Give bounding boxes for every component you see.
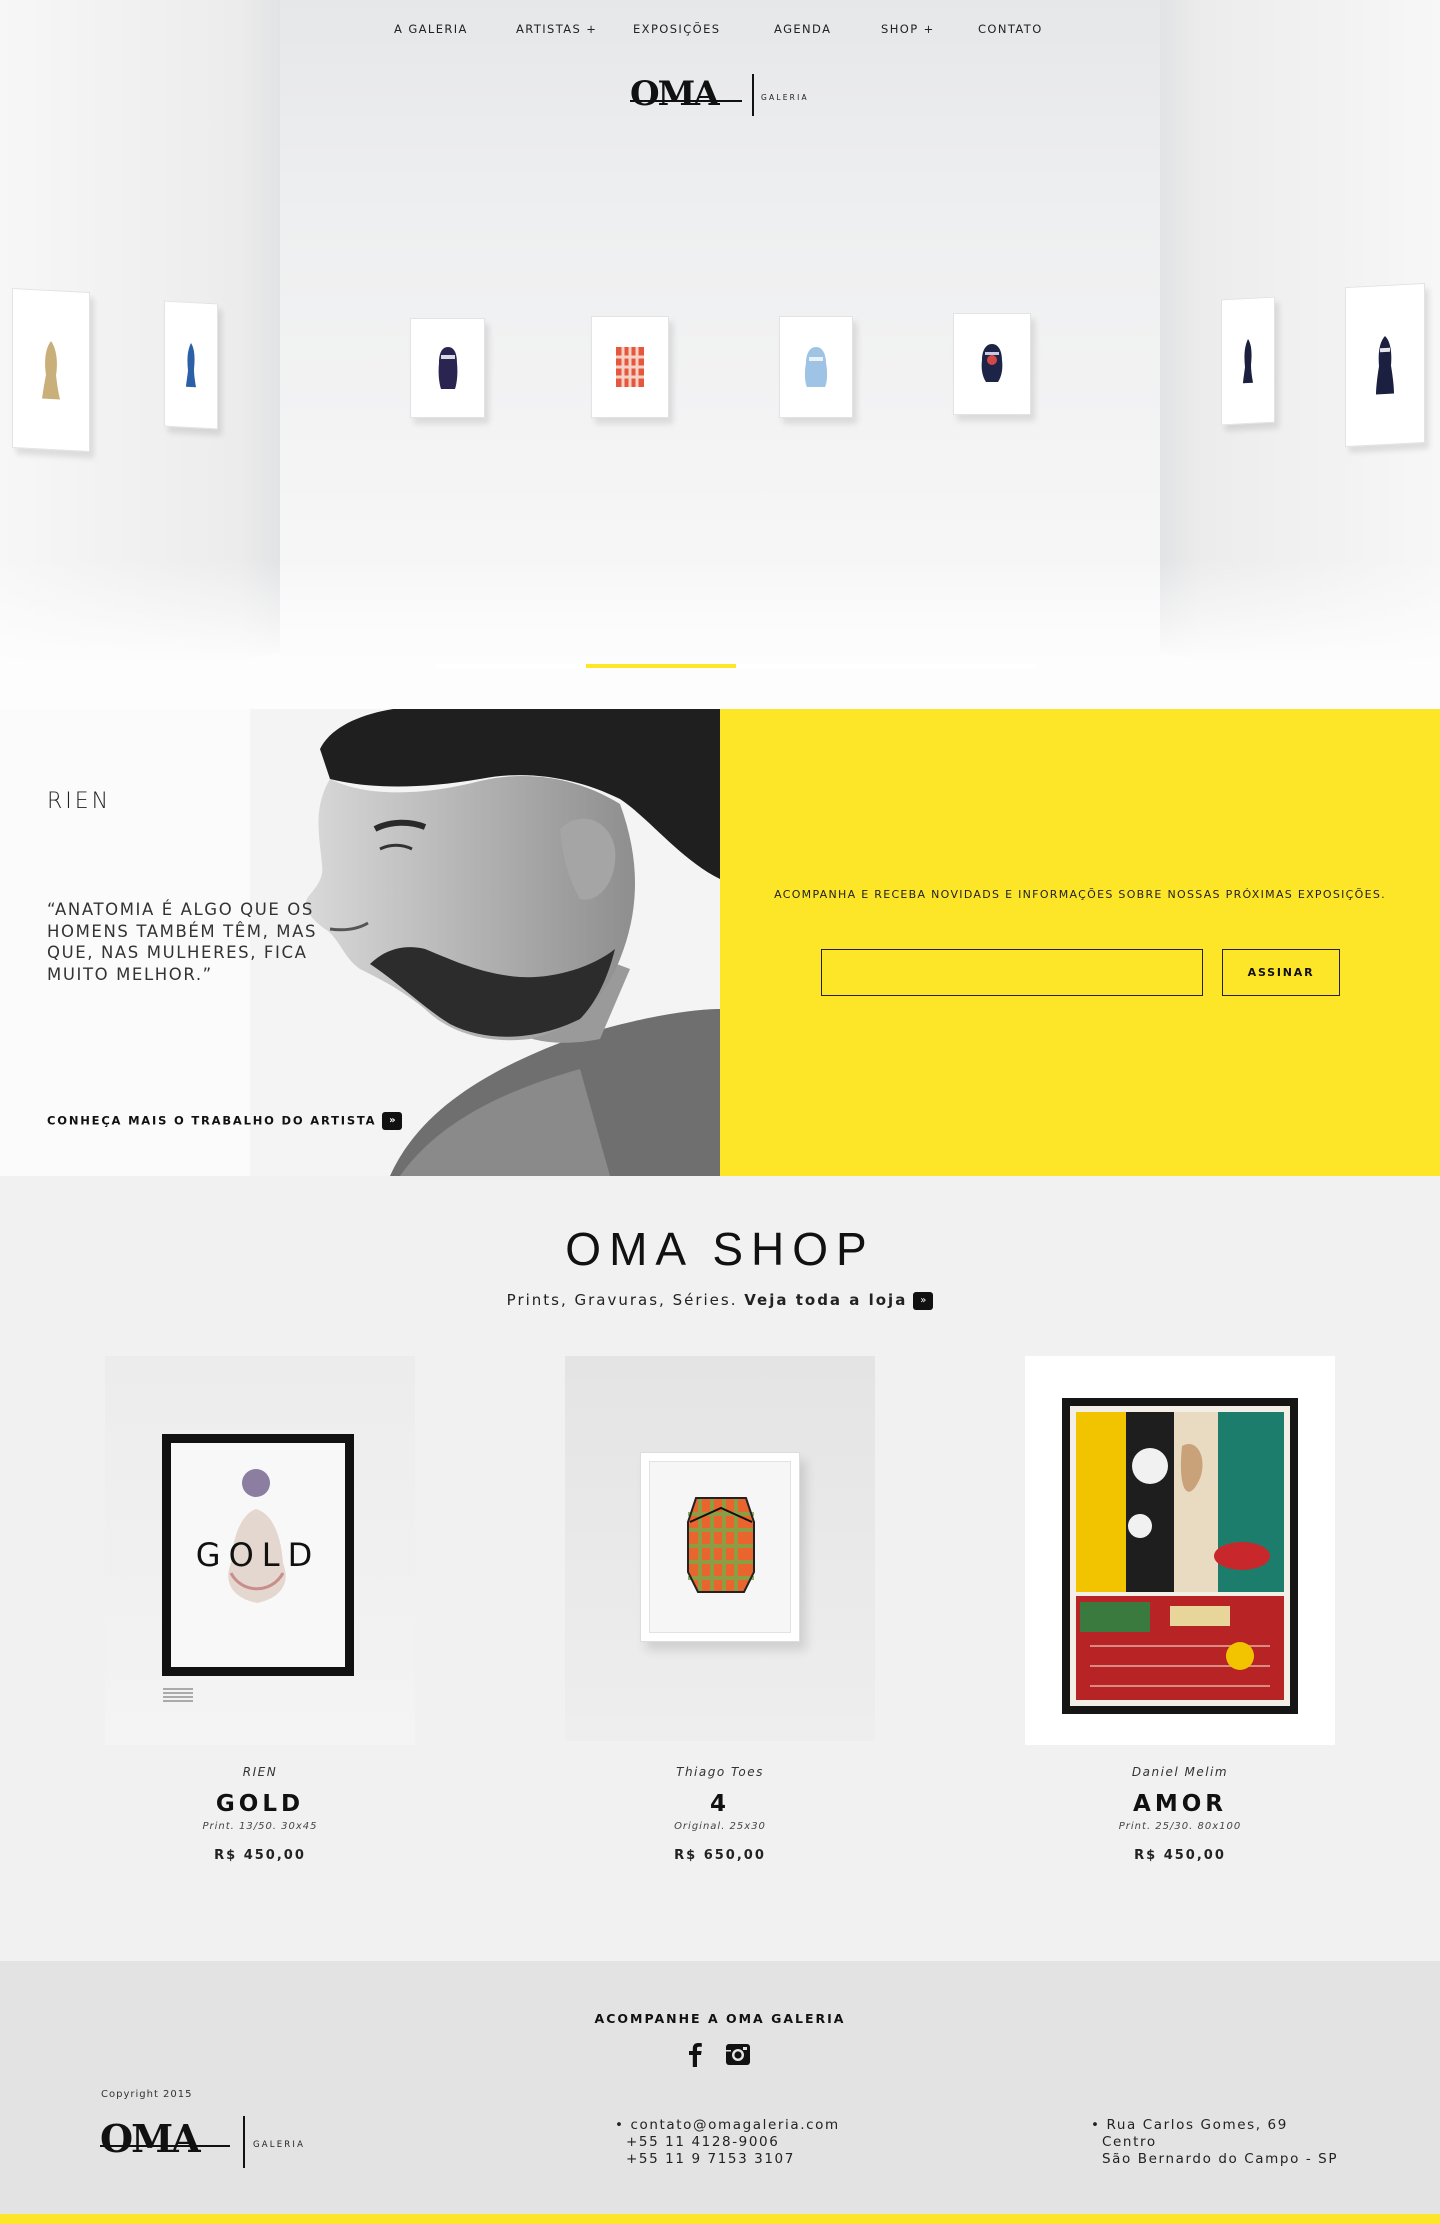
logo-wordmark: OMA — [630, 74, 720, 114]
address-street: • Rua Carlos Gomes, 69 — [1091, 2117, 1288, 2133]
product-image[interactable]: GOLD — [105, 1356, 415, 1745]
artwork-figure — [42, 341, 60, 400]
footer-contact: • contato@omagaleria.com +55 11 4128-900… — [615, 2117, 840, 2168]
logo-subtitle: GALERIA — [253, 2140, 306, 2150]
product-price: R$ 450,00 — [1134, 1848, 1226, 1863]
artwork-frame — [1345, 282, 1425, 448]
product-price: R$ 450,00 — [214, 1848, 306, 1863]
main-nav: A GALERIA ARTISTAS + EXPOSIÇÕES AGENDA S… — [0, 22, 1440, 42]
address-city: São Bernardo do Campo - SP — [1102, 2151, 1339, 2167]
newsletter-email-input[interactable] — [821, 949, 1203, 996]
contact-email[interactable]: • contato@omagaleria.com — [615, 2117, 840, 2134]
bottom-accent-bar — [0, 2214, 1440, 2224]
artwork-frame — [1221, 296, 1275, 426]
product-spec: Original. 25x30 — [674, 1821, 766, 1832]
featured-artist: RIEN “ANATOMIA É ALGO QUE OS HOMENS TAMB… — [0, 709, 720, 1176]
logo-divider — [243, 2116, 245, 2168]
product-artist: RIEN — [242, 1765, 278, 1779]
nav-item-shop[interactable]: SHOP + — [881, 22, 935, 36]
slider-dot-4[interactable] — [886, 664, 1037, 668]
footer-follow-heading: ACOMPANHE A OMA GALERIA — [594, 2011, 846, 2026]
product-artist: Daniel Melim — [1131, 1765, 1229, 1779]
logo-divider — [752, 74, 754, 116]
artwork-figure — [1376, 336, 1394, 395]
wall-label — [163, 1688, 193, 1702]
newsletter-signup: ACOMPANHA E RECEBA NOVIDADS E INFORMAÇÕE… — [720, 709, 1440, 1176]
artwork-frame — [779, 316, 853, 418]
oma-logo[interactable]: OMA GALERIA — [630, 72, 830, 120]
print-artwork: GOLD — [171, 1443, 345, 1667]
nav-item-agenda[interactable]: AGENDA — [774, 22, 831, 36]
newsletter-text: ACOMPANHA E RECEBA NOVIDADS E INFORMAÇÕE… — [774, 888, 1386, 901]
artwork-frame — [591, 316, 669, 418]
instagram-icon[interactable] — [725, 2041, 751, 2067]
shop-subtitle: Prints, Gravuras, Séries. Veja toda a lo… — [0, 1291, 1440, 1310]
shop-title: OMA SHOP — [565, 1223, 875, 1275]
hero-gallery-slider: A GALERIA ARTISTAS + EXPOSIÇÕES AGENDA S… — [0, 0, 1440, 709]
product-frame — [640, 1452, 800, 1642]
product-name[interactable]: GOLD — [105, 1791, 415, 1819]
nav-item-exposicoes[interactable]: EXPOSIÇÕES — [633, 22, 720, 36]
artwork-frame — [410, 318, 485, 418]
product-frame: GOLD — [162, 1434, 354, 1676]
double-arrow-icon: » — [382, 1112, 403, 1130]
product-artist: Thiago Toes — [676, 1765, 764, 1779]
artwork-figure — [616, 347, 644, 387]
contact-phone[interactable]: +55 11 4128-9006 — [615, 2134, 840, 2151]
artwork-figure — [438, 347, 457, 389]
product-info: RIEN GOLD Print. 13/50. 30x45 R$ 450,00 — [105, 1765, 415, 1863]
product-spec: Print. 25/30. 80x100 — [1118, 1821, 1242, 1832]
product-image[interactable]: BAIXO — [1025, 1356, 1335, 1745]
artwork-figure — [804, 347, 828, 387]
contact-mobile[interactable]: +55 11 9 7153 3107 — [615, 2151, 840, 2168]
hero-slider-indicator — [436, 664, 1037, 668]
slider-dot-1[interactable] — [436, 664, 586, 668]
artist-name: RIEN — [47, 789, 112, 814]
logo-subtitle: GALERIA — [761, 93, 809, 102]
artist-more-label: CONHEÇA MAIS O TRABALHO DO ARTISTA — [47, 1113, 377, 1128]
gallery-floor — [0, 559, 1440, 709]
artwork-figure — [981, 344, 1003, 382]
product-name[interactable]: 4 — [565, 1791, 875, 1819]
nav-item-artistas[interactable]: ARTISTAS + — [516, 22, 597, 36]
nav-item-contato[interactable]: CONTATO — [978, 22, 1043, 36]
footer-address: • Rua Carlos Gomes, 69 Centro São Bernar… — [1091, 2117, 1338, 2168]
slider-dot-3[interactable] — [736, 664, 886, 668]
product-spec: Print. 13/50. 30x45 — [202, 1821, 318, 1832]
print-mat — [649, 1461, 791, 1633]
logo-wordmark: OMA — [100, 2116, 201, 2161]
slider-dot-2-active[interactable] — [586, 664, 736, 668]
artist-more-link[interactable]: CONHEÇA MAIS O TRABALHO DO ARTISTA » — [47, 1112, 403, 1130]
copyright: Copyright 2015 — [101, 2089, 193, 2100]
artwork-frame — [12, 287, 90, 453]
product-info: Thiago Toes 4 Original. 25x30 R$ 650,00 — [565, 1765, 875, 1863]
artwork-figure — [1243, 339, 1253, 384]
print-figure: BAIXO — [1070, 1406, 1290, 1706]
newsletter-submit-button[interactable]: ASSINAR — [1222, 949, 1340, 996]
footer: ACOMPANHE A OMA GALERIA Copyright 2015 O… — [0, 1961, 1440, 2214]
artwork-frame — [164, 300, 218, 430]
address-district: Centro — [1102, 2134, 1157, 2150]
product-name[interactable]: AMOR — [1025, 1791, 1335, 1819]
artist-quote: “ANATOMIA É ALGO QUE OS HOMENS TAMBÉM TÊ… — [47, 900, 318, 984]
logo-stroke — [100, 2145, 230, 2147]
artwork-figure — [186, 343, 196, 388]
product-image[interactable] — [565, 1356, 875, 1741]
nav-item-a-galeria[interactable]: A GALERIA — [394, 22, 468, 36]
shop-subtitle-text: Prints, Gravuras, Séries. — [506, 1291, 738, 1309]
product-frame: BAIXO — [1062, 1398, 1298, 1714]
print-gold-text: GOLD — [195, 1536, 321, 1574]
artwork-frame — [953, 313, 1031, 415]
print-figure — [687, 1497, 755, 1593]
product-info: Daniel Melim AMOR Print. 25/30. 80x100 R… — [1025, 1765, 1335, 1863]
logo-stroke — [630, 100, 742, 102]
double-arrow-icon[interactable]: » — [913, 1291, 934, 1310]
shop-all-link[interactable]: Veja toda a loja — [744, 1291, 907, 1309]
product-price: R$ 650,00 — [674, 1848, 766, 1863]
footer-oma-logo[interactable]: OMA GALERIA — [100, 2114, 320, 2170]
facebook-icon[interactable] — [682, 2041, 708, 2067]
